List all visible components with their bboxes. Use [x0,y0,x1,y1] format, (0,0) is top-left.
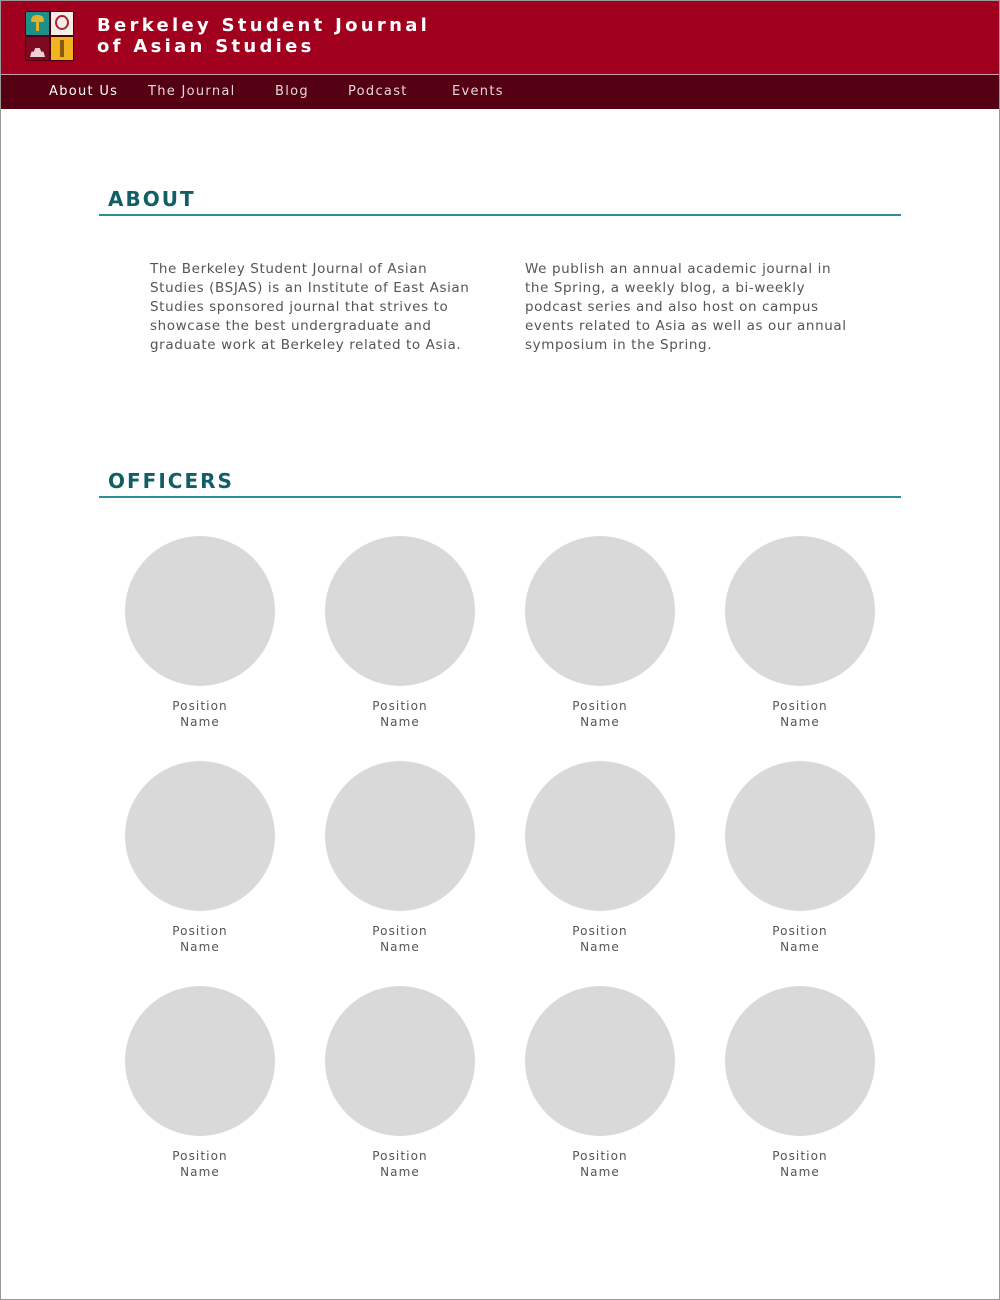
officer-name: Name [780,715,820,729]
officers-heading: OFFICERS [108,469,234,493]
site-title[interactable]: Berkeley Student Journal of Asian Studie… [97,15,430,57]
about-heading: ABOUT [108,187,196,211]
officer-card: Position Name [725,536,875,730]
officer-name: Name [580,940,620,954]
logo-dragon-quadrant [50,12,73,35]
officer-card: Position Name [325,986,475,1180]
nav-item-podcast[interactable]: Podcast [348,84,408,99]
officer-card: Position Name [325,536,475,730]
officer-position: Position [572,924,628,938]
site-header: Berkeley Student Journal of Asian Studie… [0,0,1000,74]
officer-position: Position [572,1149,628,1163]
officer-photo-placeholder[interactable] [125,536,275,686]
site-title-line2: of Asian Studies [97,36,315,57]
officer-name: Name [180,940,220,954]
officers-divider [99,496,901,498]
officer-card: Position Name [125,986,275,1180]
officer-position: Position [172,699,228,713]
main-nav: About Us The Journal Blog Podcast Events [0,74,1000,109]
about-divider [99,214,901,216]
officer-photo-placeholder[interactable] [325,986,475,1136]
officer-name: Name [780,940,820,954]
officer-position: Position [572,699,628,713]
about-paragraph-1: The Berkeley Student Journal of Asian St… [150,261,470,353]
officer-position: Position [172,1149,228,1163]
officer-photo-placeholder[interactable] [525,536,675,686]
officer-name: Name [380,940,420,954]
officer-photo-placeholder[interactable] [725,536,875,686]
officer-card: Position Name [125,761,275,955]
officer-photo-placeholder[interactable] [725,761,875,911]
officer-card: Position Name [325,761,475,955]
logo-temple-quadrant [26,37,49,60]
officer-name: Name [380,715,420,729]
nav-item-events[interactable]: Events [452,84,504,99]
officer-photo-placeholder[interactable] [125,761,275,911]
officer-name: Name [180,715,220,729]
officer-position: Position [372,1149,428,1163]
about-paragraph-2: We publish an annual academic journal in… [525,261,847,353]
officer-card: Position Name [525,761,675,955]
logo-pillar-quadrant [50,37,73,60]
officer-name: Name [380,1165,420,1179]
officer-photo-placeholder[interactable] [325,536,475,686]
officer-position: Position [772,924,828,938]
officer-position: Position [772,699,828,713]
logo-tree-quadrant [26,12,49,35]
officer-card: Position Name [725,986,875,1180]
officer-position: Position [372,924,428,938]
officer-photo-placeholder[interactable] [525,761,675,911]
officer-photo-placeholder[interactable] [525,986,675,1136]
officer-name: Name [180,1165,220,1179]
officer-card: Position Name [125,536,275,730]
officer-position: Position [772,1149,828,1163]
officer-photo-placeholder[interactable] [325,761,475,911]
officer-card: Position Name [725,761,875,955]
officer-name: Name [780,1165,820,1179]
nav-item-the-journal[interactable]: The Journal [148,84,236,99]
officer-name: Name [580,1165,620,1179]
officer-name: Name [580,715,620,729]
officer-photo-placeholder[interactable] [725,986,875,1136]
officer-card: Position Name [525,536,675,730]
nav-item-blog[interactable]: Blog [275,84,309,99]
officer-position: Position [372,699,428,713]
site-title-line1: Berkeley Student Journal [97,15,431,36]
officer-position: Position [172,924,228,938]
officer-card: Position Name [525,986,675,1180]
nav-item-about-us[interactable]: About Us [49,84,118,99]
bsjas-logo-icon[interactable] [25,11,74,61]
officer-photo-placeholder[interactable] [125,986,275,1136]
